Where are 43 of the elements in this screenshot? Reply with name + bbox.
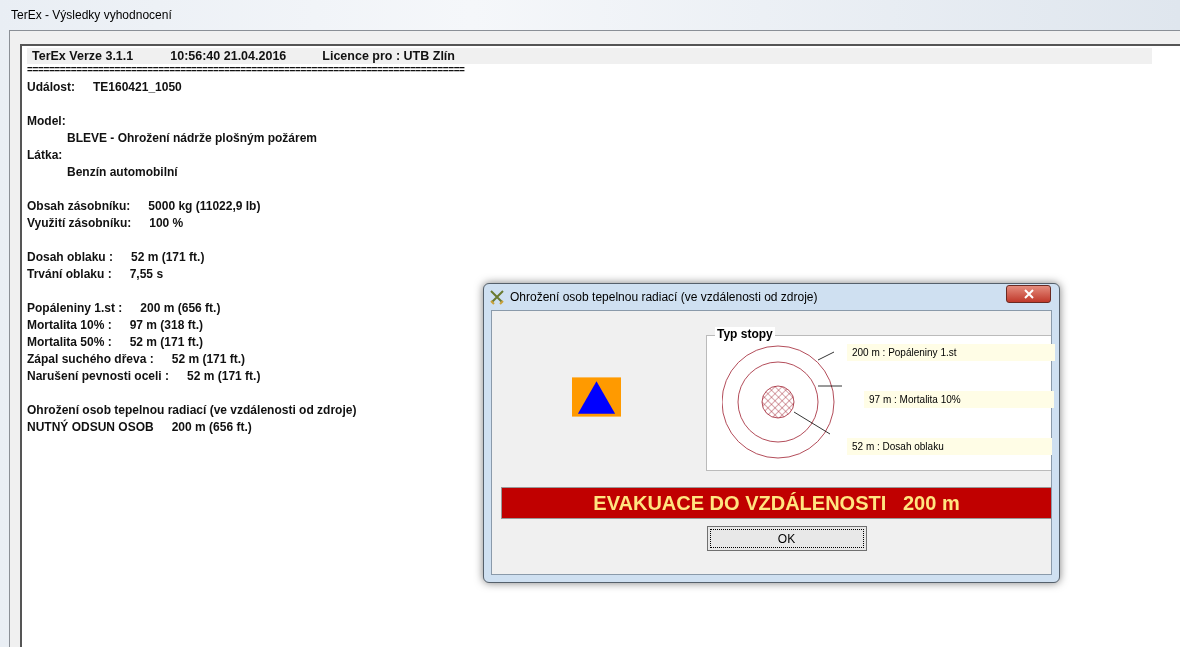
crossed-swords-icon — [489, 289, 505, 305]
field-label: Zápal suchého dřeva : — [27, 351, 154, 366]
zone-label: 97 m : Mortalita 10% — [864, 391, 1054, 408]
header-text: Licence pro : UTB Zlín — [322, 49, 455, 63]
field-value: 200 m (656 ft.) — [171, 419, 252, 434]
field-label: NUTNÝ ODSUN OSOB — [27, 419, 154, 434]
field-label: Událost: — [27, 79, 75, 94]
field-label: Využití zásobníku: — [27, 215, 132, 230]
close-button[interactable] — [1006, 285, 1051, 303]
zone-label: 200 m : Popáleniny 1.st — [847, 344, 1055, 361]
civil-protection-icon — [572, 376, 621, 417]
field-value: 97 m (318 ft.) — [129, 317, 204, 332]
field-label: Mortalita 50% : — [27, 334, 112, 349]
header-text: TerEx Verze 3.1.1 — [32, 49, 134, 63]
field-label: Mortalita 10% : — [27, 317, 112, 332]
section-value: BLEVE - Ohrožení nádrže plošným požárem — [67, 130, 318, 145]
field-label: Narušení pevnosti oceli : — [27, 368, 170, 383]
field-value: 52 m (171 ft.) — [129, 334, 204, 349]
field-label: Trvání oblaku : — [27, 266, 112, 281]
dialog-title: Ohrožení osob tepelnou radiací (ve vzdálenosti od zdroje) — [510, 290, 818, 304]
section-label: Látka: — [27, 147, 63, 162]
field-value: TE160421_1050 — [93, 79, 182, 94]
field-label: Popáleniny 1.st : — [27, 300, 123, 315]
field-value: 52 m (171 ft.) — [187, 368, 261, 383]
header-text: 10:56:40 21.04.2016 — [170, 49, 287, 63]
section-value: Benzín automobilní — [67, 164, 178, 179]
field-value: 7,55 s — [129, 266, 164, 281]
field-value: 100 % — [149, 215, 184, 230]
field-value: 52 m (171 ft.) — [131, 249, 205, 264]
field-value: 200 m (656 ft.) — [140, 300, 221, 315]
field-value: 52 m (171 ft.) — [171, 351, 246, 366]
zone-label: 52 m : Dosah oblaku — [847, 438, 1052, 455]
section-label: Model: — [27, 113, 66, 128]
field-label: Obsah zásobníku: — [27, 198, 131, 213]
section-label: Ohrožení osob tepelnou radiací (ve vzdálenosti od zdroje) — [27, 402, 357, 417]
field-value: 5000 kg (11022,9 lb) — [148, 198, 261, 213]
group-title: Typ stopy — [715, 327, 775, 341]
ok-button[interactable]: OK — [706, 526, 867, 551]
close-icon — [1022, 289, 1035, 299]
field-label: Dosah oblaku : — [27, 249, 113, 264]
evacuation-banner: EVAKUACE DO VZDÁLENOSTI 200 m — [501, 487, 1051, 519]
separator-line: ================================================================================ — [27, 65, 466, 74]
window-title: TerEx - Výsledky vyhodnocení — [11, 8, 172, 22]
